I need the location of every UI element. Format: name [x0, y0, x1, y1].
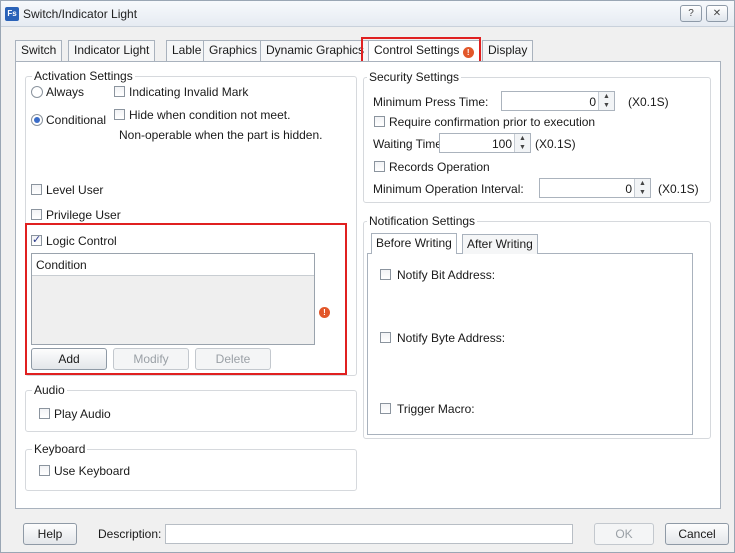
min-press-unit: (X0.1S): [628, 95, 669, 109]
tab-dynamic-graphics[interactable]: Dynamic Graphics: [260, 40, 371, 61]
hide-when-label: Hide when condition not meet.: [129, 108, 291, 122]
level-user-label: Level User: [46, 183, 104, 197]
use-keyboard-label: Use Keyboard: [54, 464, 131, 478]
play-audio-label: Play Audio: [54, 407, 111, 421]
level-user-checkbox[interactable]: [31, 184, 42, 195]
conditional-label: Conditional: [46, 113, 107, 127]
tab-switch[interactable]: Switch: [15, 40, 63, 61]
spin-arrows-icon[interactable]: ▲ ▼: [514, 134, 530, 152]
require-confirm-label: Require confirmation prior to execution: [389, 115, 596, 129]
trigger-macro-label: Trigger Macro:: [397, 402, 475, 416]
min-interval-label: Minimum Operation Interval:: [373, 182, 524, 196]
logic-control-checkbox[interactable]: [31, 233, 42, 246]
tab-graphics[interactable]: Graphics: [203, 40, 264, 61]
activation-settings-title: Activation Settings: [32, 69, 135, 83]
spin-arrows-icon[interactable]: ▲ ▼: [634, 179, 650, 197]
dialog-window: Fs Switch/Indicator Light ? ✕ Switch Ind…: [0, 0, 735, 553]
spin-arrows-icon[interactable]: ▲ ▼: [598, 92, 614, 110]
tab-display[interactable]: Display: [482, 40, 534, 61]
conditional-radio[interactable]: [31, 114, 43, 126]
min-press-label: Minimum Press Time:: [373, 95, 489, 109]
keyboard-title: Keyboard: [32, 442, 88, 456]
records-operation-label: Records Operation: [389, 160, 490, 174]
add-button[interactable]: Add: [31, 348, 107, 370]
always-label: Always: [46, 85, 85, 99]
min-press-spinbox[interactable]: 0 ▲ ▼: [501, 91, 615, 111]
subtab-before-writing[interactable]: Before Writing: [371, 233, 457, 254]
privilege-user-checkbox[interactable]: [31, 209, 42, 220]
modify-button[interactable]: Modify: [113, 348, 189, 370]
notification-settings-title: Notification Settings: [367, 214, 478, 228]
min-interval-unit: (X0.1S): [658, 182, 699, 196]
notify-byte-checkbox[interactable]: [380, 332, 391, 343]
records-operation-checkbox[interactable]: [374, 161, 385, 172]
always-radio[interactable]: [31, 86, 43, 98]
play-audio-checkbox[interactable]: [39, 408, 50, 419]
privilege-user-label: Privilege User: [46, 208, 121, 222]
notify-bit-checkbox[interactable]: [380, 269, 391, 280]
min-interval-value: 0: [625, 182, 632, 196]
notify-bit-label: Notify Bit Address:: [397, 268, 496, 282]
use-keyboard-checkbox[interactable]: [39, 465, 50, 476]
help-title-button[interactable]: ?: [680, 5, 702, 22]
hide-when-checkbox[interactable]: [114, 109, 125, 120]
min-interval-spinbox[interactable]: 0 ▲ ▼: [539, 178, 651, 198]
hide-note-text: Non-operable when the part is hidden.: [119, 128, 323, 142]
condition-list[interactable]: Condition: [31, 253, 315, 345]
tab-indicator-light[interactable]: Indicator Light: [68, 40, 156, 61]
require-confirm-checkbox[interactable]: [374, 116, 385, 127]
condition-warning-icon: !: [319, 307, 330, 318]
window-title: Switch/Indicator Light: [23, 7, 138, 21]
waiting-time-spinbox[interactable]: 100 ▲ ▼: [439, 133, 531, 153]
ok-button[interactable]: OK: [594, 523, 654, 545]
close-button[interactable]: ✕: [706, 5, 728, 22]
audio-title: Audio: [32, 383, 67, 397]
logic-control-label: Logic Control: [46, 234, 117, 248]
delete-button[interactable]: Delete: [195, 348, 271, 370]
cancel-button[interactable]: Cancel: [665, 523, 729, 545]
min-press-value: 0: [589, 95, 596, 109]
waiting-time-label: Waiting Time: [373, 137, 442, 151]
waiting-time-unit: (X0.1S): [535, 137, 576, 151]
title-bar: Fs Switch/Indicator Light ? ✕: [1, 1, 734, 27]
trigger-macro-checkbox[interactable]: [380, 403, 391, 414]
app-icon: Fs: [5, 7, 19, 21]
security-settings-title: Security Settings: [367, 70, 462, 84]
help-button[interactable]: Help: [23, 523, 77, 545]
waiting-time-value: 100: [491, 137, 512, 151]
condition-column-header: Condition: [32, 254, 314, 276]
description-field[interactable]: [165, 524, 573, 544]
indicating-invalid-mark-label: Indicating Invalid Mark: [129, 85, 249, 99]
notify-byte-label: Notify Byte Address:: [397, 331, 506, 345]
description-label: Description:: [98, 527, 162, 541]
indicating-invalid-mark-checkbox[interactable]: [114, 86, 125, 97]
subtab-after-writing[interactable]: After Writing: [462, 234, 538, 254]
tab-lable[interactable]: Lable: [166, 40, 208, 61]
